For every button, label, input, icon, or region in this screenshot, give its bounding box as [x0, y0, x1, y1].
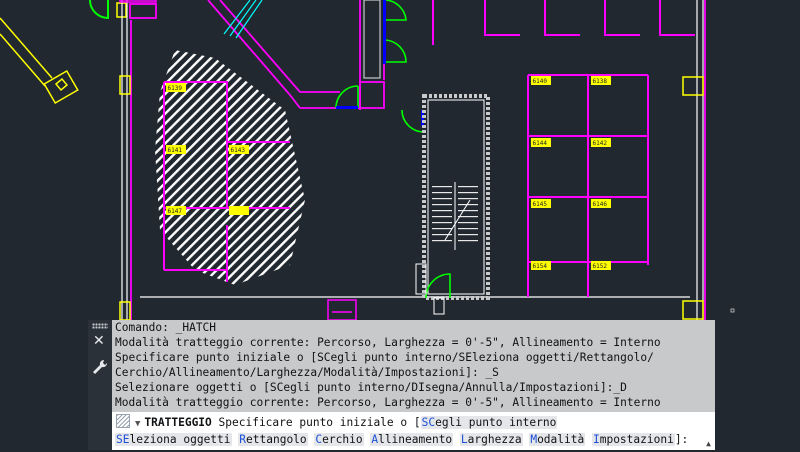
- history-line: Selezionare oggetti o [SCegli punto inte…: [115, 381, 627, 394]
- grip-icon[interactable]: [92, 323, 108, 329]
- svg-text:6152: 6152: [593, 263, 608, 270]
- history-line: Comando: _HATCH: [115, 321, 217, 334]
- option-allineamento[interactable]: Allineamento: [370, 433, 454, 446]
- right-room-grid: [432, 0, 695, 297]
- command-window-handle[interactable]: ✕: [88, 320, 112, 450]
- room-tag-6138: 6138: [591, 76, 611, 85]
- svg-text:6138: 6138: [593, 78, 608, 85]
- wall-segment: [129, 3, 157, 19]
- room-tag-6141: 6141: [166, 145, 186, 154]
- prompt-end: ]:: [674, 433, 689, 446]
- command-history: Comando: _HATCH Modalità tratteggio corr…: [112, 320, 715, 412]
- room-tag-6146: 6146: [591, 199, 611, 208]
- room-tag-6140: 6140: [531, 76, 551, 85]
- history-line: Modalità tratteggio corrente: Percorso, …: [115, 396, 661, 409]
- option-rettangolo[interactable]: Rettangolo: [238, 433, 308, 446]
- room-tag-6143: 6143: [229, 145, 249, 154]
- svg-text:6154: 6154: [533, 263, 548, 270]
- room-tag-6145: 6145: [531, 199, 551, 208]
- option-seleziona-oggetti[interactable]: SEleziona oggetti: [115, 433, 232, 446]
- prompt-text: Specificare punto iniziale o [: [218, 416, 421, 429]
- option-modalita[interactable]: Modalità: [529, 433, 586, 446]
- history-line: Specificare punto iniziale o [SCegli pun…: [115, 351, 654, 364]
- option-cerchio[interactable]: Cerchio: [314, 433, 364, 446]
- door-swing-top-left: [89, 0, 109, 20]
- room-tag-6142: 6142: [591, 138, 611, 147]
- option-scegli-punto-interno[interactable]: SCegli punto interno: [420, 416, 558, 429]
- command-line-input[interactable]: ▼ TRATTEGGIO Specificare punto iniziale o…: [112, 412, 715, 450]
- room-tag-6147: 6147: [166, 206, 186, 215]
- svg-text:6147: 6147: [168, 208, 183, 215]
- close-icon[interactable]: ✕: [93, 334, 105, 348]
- stair-core: [415, 94, 490, 315]
- angled-corridor: [0, 17, 79, 105]
- room-tag-blank: [229, 206, 249, 215]
- hatch-icon[interactable]: [116, 414, 130, 428]
- history-line: Modalità tratteggio corrente: Percorso, …: [115, 336, 661, 349]
- room-tag-6154: 6154: [531, 261, 551, 270]
- shaft: [363, 0, 381, 79]
- scroll-up-icon[interactable]: ▲: [706, 435, 711, 452]
- svg-text:6146: 6146: [593, 201, 608, 208]
- svg-text:6144: 6144: [533, 140, 548, 147]
- svg-text:6145: 6145: [533, 201, 548, 208]
- option-impostazioni[interactable]: Impostazioni: [591, 433, 675, 446]
- room-tag-6144: 6144: [531, 138, 551, 147]
- wrench-icon[interactable]: [91, 358, 109, 376]
- glazing-lines: [223, 0, 263, 39]
- command-name: TRATTEGGIO: [144, 416, 212, 429]
- svg-text:6142: 6142: [593, 140, 608, 147]
- option-larghezza[interactable]: Larghezza: [459, 433, 523, 446]
- svg-text:6139: 6139: [168, 85, 183, 92]
- prompt-options-row: SEleziona oggetti Rettangolo Cerchio All…: [115, 431, 688, 448]
- ucs-marker: [730, 308, 735, 313]
- room-tag-6152: 6152: [591, 261, 611, 270]
- svg-text:6143: 6143: [231, 147, 246, 154]
- svg-text:6140: 6140: [533, 78, 548, 85]
- svg-text:6141: 6141: [168, 147, 183, 154]
- command-window: ✕ Comando: _HATCH Modalità tratteggio co…: [88, 320, 715, 450]
- central-room-walls: [340, 0, 385, 110]
- history-line: Cerchio/Allineamento/Larghezza/Modalità/…: [115, 366, 499, 379]
- room-tag-6139: 6139: [166, 83, 186, 92]
